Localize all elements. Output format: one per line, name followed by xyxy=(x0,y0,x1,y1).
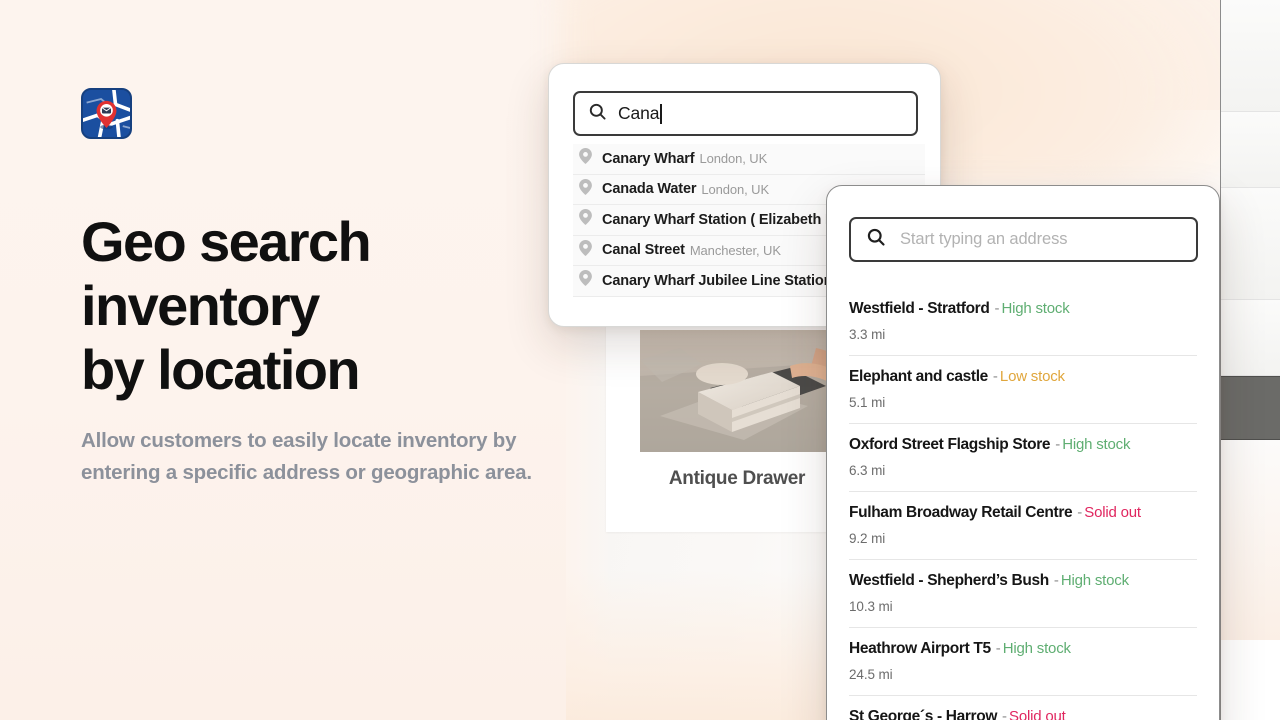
suggestion-rest: ry Wharf xyxy=(636,150,695,167)
geocoder-search-input[interactable]: Cana xyxy=(573,91,918,136)
page-subtitle: Allow customers to easily locate invento… xyxy=(81,425,601,487)
store-name: Westfield - Shepherd’s Bush xyxy=(849,572,1049,589)
map-pin-icon xyxy=(579,178,592,200)
suggestion-name: Canal Street xyxy=(602,242,685,258)
store-distance: 24.5 mi xyxy=(849,667,893,682)
list-item[interactable]: Westfield - Stratford - High stock 3.3 mi xyxy=(849,290,1197,356)
list-item[interactable]: St George´s - Harrow - Solid out xyxy=(849,696,1197,720)
separator-dash: - xyxy=(1053,572,1059,589)
page-title-line-1: Geo search xyxy=(81,210,372,273)
store-heading: St George´s - Harrow - Solid out xyxy=(849,708,1197,720)
edge-panel-row xyxy=(1221,300,1280,376)
store-name: St George´s - Harrow xyxy=(849,708,998,720)
store-name: Heathrow Airport T5 xyxy=(849,640,991,657)
suggestion-match: Cana xyxy=(602,150,637,167)
store-distance: 3.3 mi xyxy=(849,327,886,342)
search-icon xyxy=(588,102,607,126)
store-heading: Oxford Street Flagship Store - High stock xyxy=(849,436,1197,454)
edge-panel-row xyxy=(1221,112,1280,188)
store-distance: 10.3 mi xyxy=(849,599,893,614)
edge-panel-dark-button[interactable] xyxy=(1221,376,1280,440)
suggestion-match: Cana xyxy=(602,211,637,228)
list-item[interactable]: Westfield - Shepherd’s Bush - High stock 1… xyxy=(849,560,1197,628)
store-name: Fulham Broadway Retail Centre xyxy=(849,504,1073,521)
store-results-list[interactable]: Westfield - Stratford - High stock 3.3 mi … xyxy=(849,290,1197,720)
map-pin-logo-icon xyxy=(83,90,130,137)
store-name: Elephant and castle xyxy=(849,368,988,385)
right-edge-partial-panel xyxy=(1220,0,1280,720)
status-badge: Solid out xyxy=(1084,504,1141,521)
edge-panel-row xyxy=(1221,0,1280,112)
store-heading: Westfield - Stratford - High stock xyxy=(849,300,1197,318)
status-badge: High stock xyxy=(1001,300,1070,317)
suggestion-match: Cana xyxy=(602,242,637,259)
store-distance: 6.3 mi xyxy=(849,463,886,478)
brand-logo[interactable] xyxy=(81,88,132,139)
status-badge: Solid out xyxy=(1009,708,1066,720)
store-heading: Elephant and castle - Low stock xyxy=(849,368,1197,386)
suggestion-rest: l Street xyxy=(636,242,685,259)
suggestion-region: Manchester, UK xyxy=(689,242,781,258)
separator-dash: - xyxy=(1055,436,1061,453)
suggestion-rest: ry Wharf Jubilee Line Station xyxy=(636,272,833,289)
separator-dash: - xyxy=(1077,504,1083,521)
edge-panel-row xyxy=(1221,188,1280,300)
list-item[interactable]: Elephant and castle - Low stock 5.1 mi xyxy=(849,356,1197,424)
store-finder-card[interactable]: Start typing an address Westfield - Stra… xyxy=(826,185,1220,720)
status-badge: High stock xyxy=(1002,640,1071,657)
suggestion-name: Canada Water xyxy=(602,181,697,198)
page-title-line-3: by location xyxy=(81,337,361,401)
store-distance: 5.1 mi xyxy=(849,395,886,410)
list-item[interactable]: Canary Wharf London, UK xyxy=(573,144,925,175)
separator-dash: - xyxy=(992,368,998,385)
map-pin-icon xyxy=(579,148,592,169)
list-item[interactable]: Heathrow Airport T5- High stock 24.5 mi xyxy=(849,628,1197,696)
status-badge: High stock xyxy=(1060,572,1129,589)
list-item[interactable]: Oxford Street Flagship Store - High stock … xyxy=(849,424,1197,492)
status-badge: Low stock xyxy=(999,368,1065,385)
suggestion-rest: ry Wharf Station ( Elizabeth Line xyxy=(636,211,855,228)
address-search-input[interactable]: Start typing an address xyxy=(849,217,1198,262)
page-title-line-2: inventory xyxy=(81,273,320,337)
text-caret xyxy=(660,103,662,124)
suggestion-region: London, UK xyxy=(699,151,768,167)
address-search-placeholder: Start typing an address xyxy=(900,230,1068,248)
geocoder-query-text: Cana xyxy=(618,103,660,123)
store-heading: Fulham Broadway Retail Centre - Solid out xyxy=(849,504,1197,522)
page-title: Geo search inventory by location xyxy=(81,210,601,401)
separator-dash: - xyxy=(995,640,1001,657)
separator-dash: - xyxy=(1002,708,1008,720)
hero-section: Geo search inventory by location Allow c… xyxy=(81,210,601,488)
suggestion-rest: da Water xyxy=(636,181,697,198)
store-name: Westfield - Stratford xyxy=(849,300,990,317)
page-subtitle-line-2: entering a specific address or geographi… xyxy=(81,460,532,484)
status-badge: High stock xyxy=(1062,436,1131,453)
page-subtitle-line-1: Allow customers to easily locate invento… xyxy=(81,429,517,453)
separator-dash: - xyxy=(994,300,1000,317)
suggestion-name: Canary Wharf Jubilee Line Station xyxy=(602,273,832,289)
store-distance: 9.2 mi xyxy=(849,531,886,546)
store-heading: Heathrow Airport T5- High stock xyxy=(849,640,1197,658)
suggestion-match: Cana xyxy=(602,181,637,198)
store-name: Oxford Street Flagship Store xyxy=(849,436,1051,453)
store-heading: Westfield - Shepherd’s Bush - High stock xyxy=(849,572,1197,590)
geocoder-typed-value: Cana xyxy=(618,103,662,124)
suggestion-name: Canary Wharf Station ( Elizabeth Line xyxy=(602,212,854,228)
suggestion-region: London, UK xyxy=(701,181,770,197)
suggestion-match: Cana xyxy=(602,272,637,289)
list-item[interactable]: Fulham Broadway Retail Centre - Solid out … xyxy=(849,492,1197,560)
edge-panel-filler xyxy=(1221,440,1280,640)
search-icon xyxy=(866,227,886,252)
suggestion-name: Canary Wharf xyxy=(602,150,695,167)
